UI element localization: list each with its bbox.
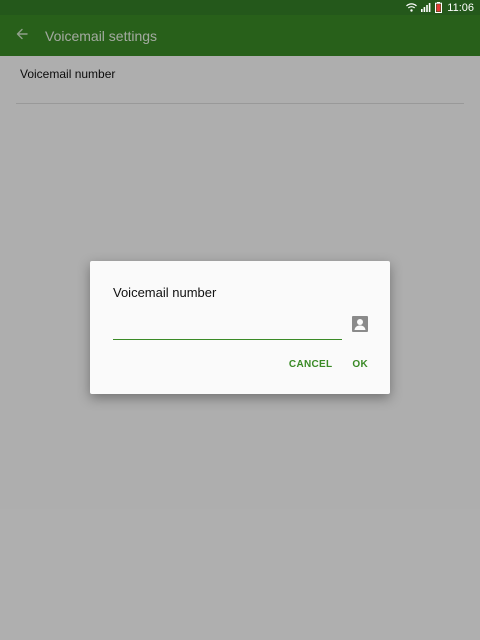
signal-icon — [421, 3, 431, 12]
wifi-icon — [406, 3, 418, 12]
contact-picker-button[interactable] — [352, 316, 368, 332]
status-time: 11:06 — [447, 1, 474, 14]
dialog-title: Voicemail number — [113, 285, 217, 300]
battery-low-icon — [435, 2, 443, 13]
cancel-button[interactable]: CANCEL — [289, 359, 332, 370]
status-bar: 11:06 — [0, 0, 480, 15]
dialog-actions: CANCEL OK — [289, 359, 368, 370]
contact-picker-icon — [352, 316, 368, 336]
ok-button[interactable]: OK — [352, 359, 368, 370]
voicemail-number-dialog: Voicemail number CANCEL OK — [90, 261, 390, 394]
voicemail-number-input[interactable] — [113, 317, 342, 340]
